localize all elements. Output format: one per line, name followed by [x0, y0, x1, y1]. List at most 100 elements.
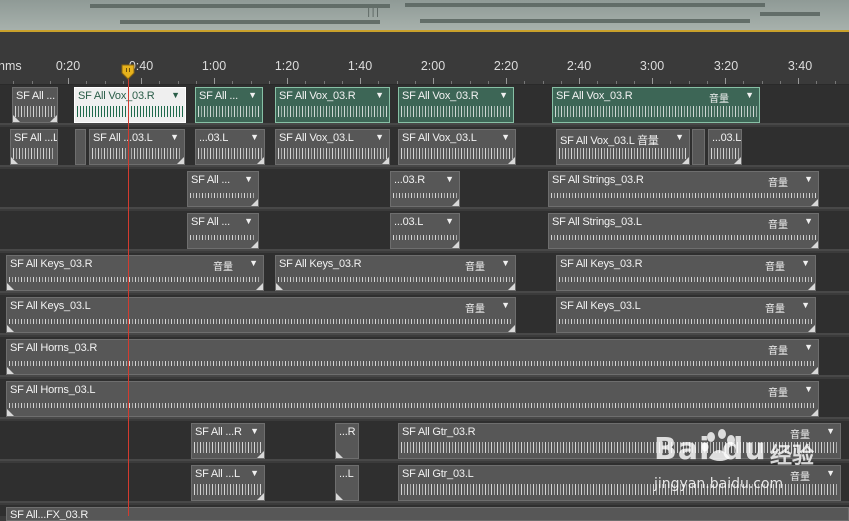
ruler-tick-mark — [816, 81, 817, 84]
fade-out-handle[interactable] — [50, 115, 57, 122]
clip-menu-icon[interactable]: ▼ — [499, 90, 508, 100]
clip-menu-icon[interactable]: ▼ — [801, 258, 810, 268]
fade-out-handle[interactable] — [508, 283, 515, 290]
audio-clip[interactable]: SF All Keys_03.L 音量 ▼ — [556, 297, 816, 333]
clip-menu-icon[interactable]: ▼ — [804, 216, 813, 226]
playhead-line — [128, 72, 129, 516]
audio-clip[interactable]: ...R — [335, 423, 359, 459]
clip-menu-icon[interactable]: ▼ — [250, 426, 259, 436]
audio-clip[interactable]: SF All Keys_03.R 音量 ▼ — [275, 255, 516, 291]
fade-out-handle[interactable] — [682, 157, 689, 164]
clip-menu-icon[interactable]: ▼ — [826, 426, 835, 436]
audio-clip[interactable]: SF All Gtr_03.R 音量 ▼ — [398, 423, 841, 459]
playhead-handle-icon[interactable] — [121, 64, 135, 80]
fade-in-handle[interactable] — [7, 283, 14, 290]
fade-in-handle[interactable] — [7, 367, 14, 374]
audio-clip[interactable]: ...03.L ▼ — [195, 129, 265, 165]
fade-out-handle[interactable] — [734, 157, 741, 164]
clip-menu-icon[interactable]: ▼ — [501, 132, 510, 142]
clip-menu-icon[interactable]: ▼ — [375, 132, 384, 142]
fade-out-handle[interactable] — [508, 325, 515, 332]
grip-icon[interactable]: ||| — [366, 8, 380, 18]
clip-menu-icon[interactable]: ▼ — [244, 216, 253, 226]
ruler-tick-mark — [506, 78, 507, 84]
clip-menu-icon[interactable]: ▼ — [804, 342, 813, 352]
fade-out-handle[interactable] — [811, 199, 818, 206]
audio-clip[interactable]: ...03.L ▼ — [390, 213, 460, 249]
audio-clip[interactable] — [692, 129, 705, 165]
audio-clip[interactable]: SF All Vox_03.R 音量 ▼ — [552, 87, 760, 123]
fade-in-handle[interactable] — [7, 409, 14, 416]
clip-menu-icon[interactable]: ▼ — [826, 468, 835, 478]
audio-clip[interactable]: ...03.R ▼ — [390, 171, 460, 207]
audio-clip[interactable]: SF All...FX_03.R — [6, 507, 849, 521]
audio-clip[interactable]: ...L — [335, 465, 359, 501]
audio-clip[interactable]: SF All ...L ▼ — [191, 465, 265, 501]
fade-out-handle[interactable] — [811, 409, 818, 416]
audio-clip[interactable]: SF All ... ▼ — [187, 213, 259, 249]
audio-clip[interactable]: SF All ...03.L ▼ — [89, 129, 185, 165]
overview-scrollbar[interactable]: ||| — [0, 0, 849, 30]
audio-clip[interactable]: SF All ... ▼ — [195, 87, 263, 123]
fade-in-handle[interactable] — [13, 115, 20, 122]
fade-in-handle[interactable] — [336, 493, 343, 500]
fade-out-handle[interactable] — [251, 241, 258, 248]
audio-clip[interactable]: ...03.L — [708, 129, 742, 165]
fade-out-handle[interactable] — [811, 241, 818, 248]
fade-out-handle[interactable] — [808, 283, 815, 290]
clip-menu-icon[interactable]: ▼ — [244, 174, 253, 184]
audio-clip[interactable]: SF All Vox_03.R ▼ — [398, 87, 514, 123]
clip-menu-icon[interactable]: ▼ — [745, 90, 754, 100]
fade-out-handle[interactable] — [508, 157, 515, 164]
audio-clip[interactable]: SF All ... — [12, 87, 58, 123]
clip-menu-icon[interactable]: ▼ — [250, 132, 259, 142]
clip-menu-icon[interactable]: ▼ — [501, 258, 510, 268]
clip-menu-icon[interactable]: ▼ — [170, 132, 179, 142]
audio-clip[interactable]: SF All Gtr_03.L 音量 ▼ — [398, 465, 841, 501]
fade-out-handle[interactable] — [177, 157, 184, 164]
fade-out-handle[interactable] — [257, 451, 264, 458]
audio-clip[interactable]: SF All ...R ▼ — [191, 423, 265, 459]
clip-menu-icon[interactable]: ▼ — [171, 90, 180, 100]
audio-clip[interactable] — [75, 129, 86, 165]
ruler-tick-mark — [214, 78, 215, 84]
clip-menu-icon[interactable]: ▼ — [445, 174, 454, 184]
clip-menu-icon[interactable]: ▼ — [804, 174, 813, 184]
clip-menu-icon[interactable]: ▼ — [375, 90, 384, 100]
clip-menu-icon[interactable]: ▼ — [501, 300, 510, 310]
clip-menu-icon[interactable]: ▼ — [804, 384, 813, 394]
audio-clip[interactable]: SF All Strings_03.L 音量 ▼ — [548, 213, 819, 249]
audio-clip[interactable]: SF All Strings_03.R 音量 ▼ — [548, 171, 819, 207]
audio-clip[interactable]: SF All Vox_03.R ▼ — [74, 87, 186, 123]
audio-clip[interactable]: SF All ...L — [10, 129, 58, 165]
clip-menu-icon[interactable]: ▼ — [445, 216, 454, 226]
audio-clip[interactable]: SF All Vox_03.L ▼ — [275, 129, 390, 165]
audio-clip[interactable]: SF All Vox_03.L ▼ — [398, 129, 516, 165]
clip-menu-icon[interactable]: ▼ — [250, 468, 259, 478]
fade-in-handle[interactable] — [7, 325, 14, 332]
fade-out-handle[interactable] — [811, 367, 818, 374]
audio-clip[interactable]: SF All ... ▼ — [187, 171, 259, 207]
clip-label: ...L — [339, 468, 354, 480]
fade-out-handle[interactable] — [251, 199, 258, 206]
fade-in-handle[interactable] — [276, 283, 283, 290]
clip-menu-icon[interactable]: ▼ — [801, 300, 810, 310]
audio-clip[interactable]: SF All Keys_03.L 音量 ▼ — [6, 297, 516, 333]
fade-out-handle[interactable] — [808, 325, 815, 332]
fade-out-handle[interactable] — [256, 283, 263, 290]
clip-menu-icon[interactable]: ▼ — [248, 90, 257, 100]
fade-in-handle[interactable] — [336, 451, 343, 458]
ruler-tick-mark — [68, 78, 69, 84]
fade-out-handle[interactable] — [257, 157, 264, 164]
fade-in-handle[interactable] — [11, 157, 18, 164]
fade-out-handle[interactable] — [257, 493, 264, 500]
fade-out-handle[interactable] — [452, 241, 459, 248]
fade-out-handle[interactable] — [382, 157, 389, 164]
audio-clip[interactable]: SF All Vox_03.L 音量 ▼ — [556, 129, 690, 165]
audio-clip[interactable]: SF All Keys_03.R 音量 ▼ — [556, 255, 816, 291]
audio-clip[interactable]: SF All Vox_03.R ▼ — [275, 87, 390, 123]
clip-menu-icon[interactable]: ▼ — [249, 258, 258, 268]
clip-menu-icon[interactable]: ▼ — [675, 132, 684, 142]
audio-clip[interactable]: SF All Keys_03.R 音量 ▼ — [6, 255, 264, 291]
fade-out-handle[interactable] — [452, 199, 459, 206]
